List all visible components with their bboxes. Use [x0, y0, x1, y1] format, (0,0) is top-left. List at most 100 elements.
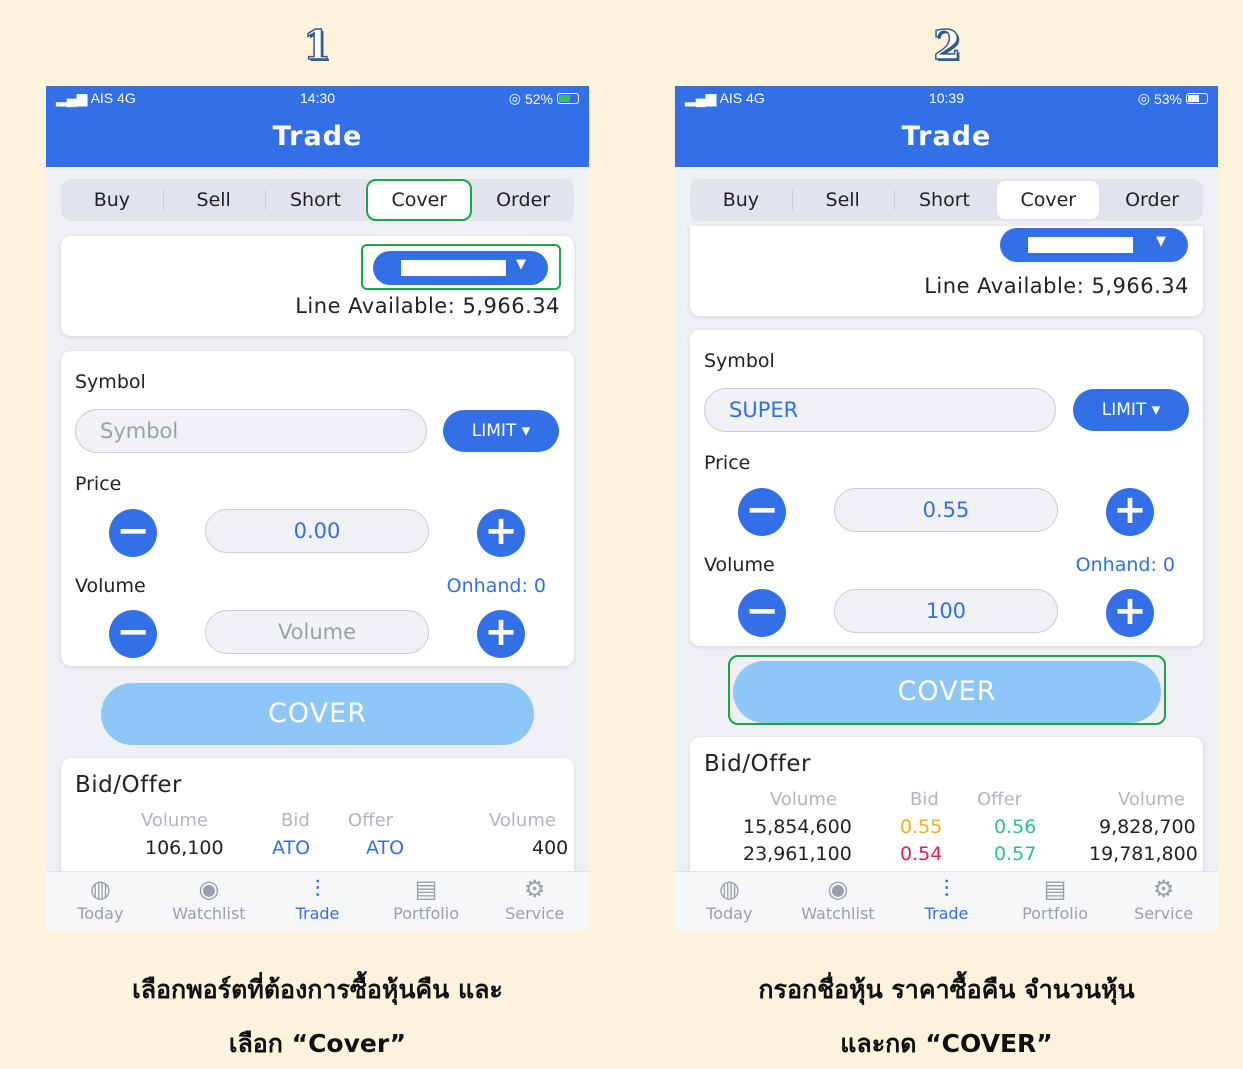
tab-order[interactable]: Order	[472, 179, 574, 221]
highlight-box	[728, 655, 1166, 725]
account-name-redacted	[1028, 237, 1133, 253]
symbol-label: Symbol	[75, 371, 146, 393]
trade-tabs: Buy Sell Short Cover Order	[61, 179, 574, 221]
nav-service[interactable]: ⚙ Service	[1109, 872, 1218, 931]
offer-volume-cell: 400	[532, 837, 569, 859]
nav-label: Service	[1134, 904, 1194, 923]
caption-1-line-1: เลือกพอร์ตที่ต้องการซื้อหุ้นคืน และ	[132, 975, 503, 1004]
bid-offer-card: Bid/Offer Volume Bid Offer Volume 15,854…	[690, 737, 1203, 887]
nav-label: Trade	[924, 904, 969, 923]
trade-sliders-icon: ⫶	[314, 875, 321, 903]
battery-icon	[1186, 93, 1208, 104]
volume-input[interactable]: Volume	[205, 610, 429, 654]
battery-status: ◎ 52%	[509, 90, 579, 107]
order-type-dropdown[interactable]: LIMIT ▾	[1073, 389, 1189, 431]
symbol-input[interactable]: SUPER	[704, 388, 1056, 432]
tab-short[interactable]: Short	[264, 179, 367, 221]
symbol-input[interactable]: Symbol	[75, 409, 427, 453]
onhand-label: Onhand: 0	[1075, 554, 1175, 576]
account-dropdown[interactable]: ▼	[1000, 228, 1188, 262]
status-time: 14:30	[299, 90, 336, 106]
line-available: Line Available: 5,966.34	[295, 294, 560, 318]
offer-header: Offer	[348, 810, 394, 831]
volume-label: Volume	[75, 575, 146, 597]
bid-volume-header: Volume	[770, 789, 837, 810]
price-decrease-button[interactable]: −	[738, 488, 786, 536]
nav-label: Watchlist	[801, 904, 875, 923]
step-number-2: 2	[932, 21, 961, 70]
symbol-value: SUPER	[729, 398, 799, 422]
nav-trade[interactable]: ⫶ Trade	[892, 872, 1001, 931]
caption-2-line-1: กรอกชื่อหุ้น ราคาซื้อคืน จำนวนหุ้น	[758, 975, 1135, 1004]
nav-watchlist[interactable]: ◉ Watchlist	[155, 872, 264, 931]
price-decrease-button[interactable]: −	[109, 509, 157, 557]
volume-increase-button[interactable]: +	[1106, 589, 1154, 637]
volume-label: Volume	[704, 554, 775, 576]
gear-icon: ⚙	[1152, 875, 1175, 903]
phone-screen-1: ▂▄▆ AIS 4G 14:30 ◎ 52% Trade Buy Sell Sh…	[46, 86, 589, 931]
nav-service[interactable]: ⚙ Service	[480, 872, 589, 931]
tab-cover[interactable]: Cover	[366, 179, 473, 221]
volume-increase-button[interactable]: +	[477, 610, 525, 658]
offer-volume-cell: 19,781,800	[1089, 843, 1198, 865]
nav-trade[interactable]: ⫶ Trade	[263, 872, 372, 931]
cover-button[interactable]: COVER	[101, 683, 534, 745]
nav-label: Today	[77, 904, 124, 923]
bid-cell: ATO	[272, 837, 311, 859]
tab-sell[interactable]: Sell	[791, 179, 894, 221]
bid-cell: 0.55	[900, 816, 943, 838]
bid-volume-cell: 23,961,100	[743, 843, 852, 865]
tab-buy[interactable]: Buy	[61, 179, 163, 221]
page-title: Trade	[675, 112, 1218, 167]
trade-sliders-icon: ⫶	[943, 875, 950, 903]
nav-portfolio[interactable]: ▤ Portfolio	[1001, 872, 1110, 931]
chevron-down-icon: ▼	[1156, 234, 1166, 249]
price-increase-button[interactable]: +	[477, 509, 525, 557]
order-type-dropdown[interactable]: LIMIT ▾	[443, 410, 559, 452]
globe-icon: ◍	[718, 875, 740, 903]
volume-input[interactable]: 100	[834, 589, 1058, 633]
volume-decrease-button[interactable]: −	[109, 610, 157, 658]
nav-watchlist[interactable]: ◉ Watchlist	[784, 872, 893, 931]
tab-cover[interactable]: Cover	[997, 181, 1100, 219]
globe-icon: ◍	[89, 875, 111, 903]
battery-status: ◎ 53%	[1138, 90, 1208, 107]
tab-buy[interactable]: Buy	[690, 179, 792, 221]
bid-offer-title: Bid/Offer	[704, 751, 811, 777]
tab-short[interactable]: Short	[893, 179, 996, 221]
offer-volume-cell: 9,828,700	[1099, 816, 1196, 838]
tab-sell[interactable]: Sell	[162, 179, 265, 221]
nav-label: Service	[505, 904, 565, 923]
page-title: Trade	[46, 112, 589, 167]
status-bar: ▂▄▆ AIS 4G 10:39 ◎ 53%	[675, 86, 1218, 112]
offer-cell: 0.57	[994, 843, 1037, 865]
nav-today[interactable]: ◍ Today	[675, 872, 784, 931]
price-input[interactable]: 0.55	[834, 488, 1058, 532]
nav-today[interactable]: ◍ Today	[46, 872, 155, 931]
symbol-label: Symbol	[704, 350, 775, 372]
nav-label: Today	[706, 904, 753, 923]
bid-volume-cell: 15,854,600	[743, 816, 852, 838]
nav-portfolio[interactable]: ▤ Portfolio	[372, 872, 481, 931]
bid-cell: 0.54	[900, 843, 943, 865]
nav-label: Trade	[295, 904, 340, 923]
price-input[interactable]: 0.00	[205, 509, 429, 553]
bid-volume-header: Volume	[141, 810, 208, 831]
price-label: Price	[704, 452, 751, 474]
onhand-label: Onhand: 0	[446, 575, 546, 597]
nav-label: Portfolio	[1022, 904, 1088, 923]
volume-decrease-button[interactable]: −	[738, 589, 786, 637]
volume-placeholder: Volume	[277, 620, 357, 644]
bid-volume-cell: 106,100	[145, 837, 224, 859]
price-value: 0.00	[293, 519, 341, 543]
trade-tabs: Buy Sell Short Cover Order	[690, 179, 1203, 221]
bottom-nav: ◍ Today ◉ Watchlist ⫶ Trade ▤ Portfolio ⚙ Ser…	[675, 871, 1218, 931]
eye-icon: ◉	[827, 875, 849, 903]
eye-icon: ◉	[198, 875, 220, 903]
price-increase-button[interactable]: +	[1106, 488, 1154, 536]
tab-order[interactable]: Order	[1101, 179, 1203, 221]
price-value: 0.55	[922, 498, 970, 522]
offer-cell: 0.56	[994, 816, 1037, 838]
caption-2-line-2: และกด “COVER”	[840, 1029, 1053, 1058]
offer-header: Offer	[977, 789, 1023, 810]
